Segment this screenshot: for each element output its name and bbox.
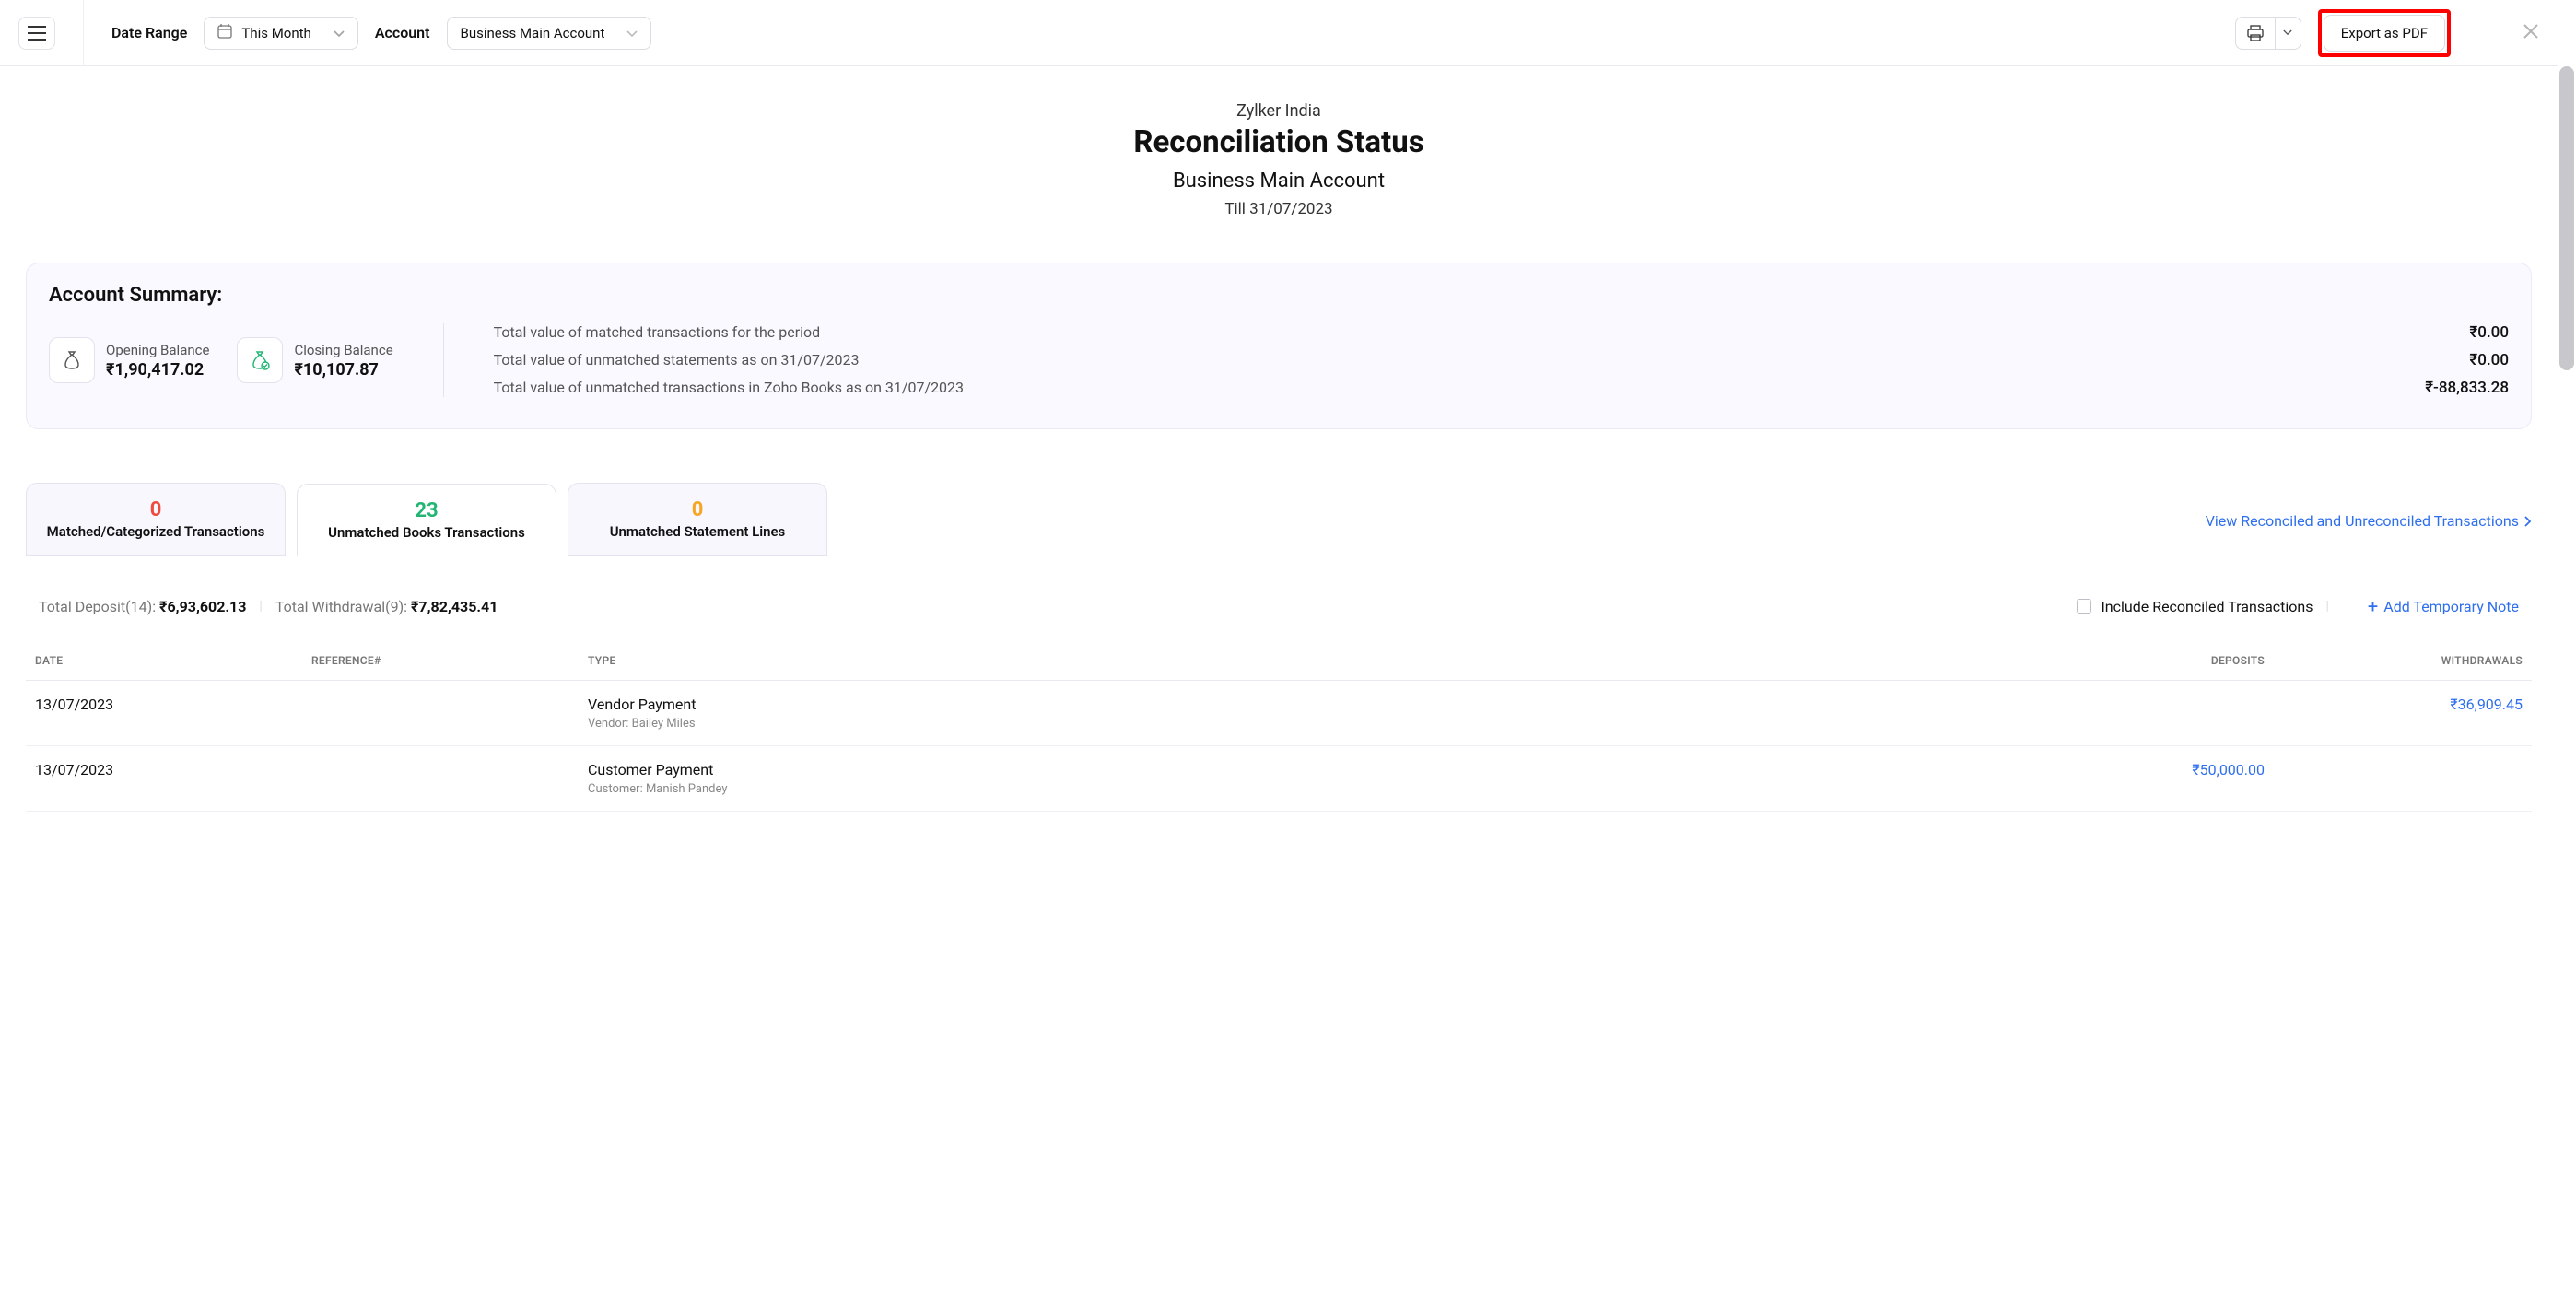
- cell-subtype: Customer: Manish Pandey: [588, 782, 2062, 796]
- date-range-label: Date Range: [111, 24, 187, 41]
- summary-heading: Account Summary:: [49, 284, 2509, 307]
- col-deposits[interactable]: DEPOSITS: [2071, 641, 2274, 681]
- plus-icon: +: [2368, 597, 2378, 615]
- opening-balance-label: Opening Balance: [106, 342, 209, 358]
- view-reconciled-label: View Reconciled and Unreconciled Transac…: [2206, 512, 2519, 530]
- cell-type: Customer PaymentCustomer: Manish Pandey: [579, 746, 2071, 812]
- summary-row: Total value of matched transactions for …: [494, 323, 2509, 342]
- col-date[interactable]: DATE: [26, 641, 302, 681]
- total-deposit: Total Deposit(14): ₹6,93,602.13: [39, 598, 246, 615]
- menu-button[interactable]: [18, 17, 55, 50]
- cell-ref: [302, 746, 579, 812]
- divider: [443, 323, 444, 397]
- include-reconciled-checkbox[interactable]: Include Reconciled Transactions: [2077, 598, 2313, 615]
- col-ref[interactable]: REFERENCE#: [302, 641, 579, 681]
- cell-withdrawal: [2274, 746, 2532, 812]
- scrollbar[interactable]: [2559, 66, 2574, 370]
- cell-deposit: [2071, 681, 2274, 746]
- cell-date: 13/07/2023: [26, 746, 302, 812]
- total-withdrawal: Total Withdrawal(9): ₹7,82,435.41: [275, 598, 498, 615]
- opening-balance-value: ₹1,90,417.02: [106, 360, 209, 380]
- account-value: Business Main Account: [461, 25, 605, 41]
- page-title: Reconciliation Status: [26, 124, 2532, 160]
- money-bag-check-icon: [237, 337, 283, 383]
- summary-row-label: Total value of unmatched transactions in…: [494, 379, 964, 397]
- closing-balance-value: ₹10,107.87: [294, 360, 392, 380]
- export-highlight: Export as PDF: [2318, 9, 2451, 57]
- checkbox-icon: [2077, 599, 2091, 614]
- add-note-label: Add Temporary Note: [2383, 598, 2519, 615]
- print-dropdown[interactable]: [2276, 17, 2301, 50]
- col-withdrawals[interactable]: WITHDRAWALS: [2274, 641, 2532, 681]
- summary-row: Total value of unmatched transactions in…: [494, 379, 2509, 397]
- divider: |: [259, 599, 262, 614]
- export-pdf-button[interactable]: Export as PDF: [2324, 15, 2445, 52]
- tab-count: 23: [415, 499, 438, 522]
- cell-type: Vendor PaymentVendor: Bailey Miles: [579, 681, 2071, 746]
- cell-subtype: Vendor: Bailey Miles: [588, 717, 2062, 731]
- divider: [83, 0, 84, 66]
- tab-label: Unmatched Statement Lines: [610, 523, 786, 540]
- transactions-table: DATE REFERENCE# TYPE DEPOSITS WITHDRAWAL…: [26, 641, 2532, 812]
- report-account: Business Main Account: [26, 170, 2532, 193]
- summary-row-amount: ₹-88,833.28: [2425, 379, 2509, 397]
- table-row[interactable]: 13/07/2023 Vendor PaymentVendor: Bailey M…: [26, 681, 2532, 746]
- chevron-down-icon: [626, 25, 638, 41]
- account-summary-card: Account Summary: Opening Balance ₹1,90,4…: [26, 263, 2532, 429]
- opening-balance: Opening Balance ₹1,90,417.02: [49, 323, 209, 397]
- cell-withdrawal[interactable]: ₹36,909.45: [2274, 681, 2532, 746]
- tab-count: 0: [150, 498, 162, 521]
- summary-row-label: Total value of matched transactions for …: [494, 323, 821, 342]
- tab-count: 0: [692, 498, 704, 521]
- export-pdf-label: Export as PDF: [2341, 25, 2428, 41]
- cell-ref: [302, 681, 579, 746]
- date-range-value: This Month: [241, 25, 310, 41]
- summary-row-amount: ₹0.00: [2469, 323, 2509, 342]
- printer-icon: [2247, 25, 2264, 41]
- chevron-right-icon: [2524, 516, 2532, 527]
- org-name: Zylker India: [26, 101, 2532, 121]
- cell-date: 13/07/2023: [26, 681, 302, 746]
- col-type[interactable]: TYPE: [579, 641, 2071, 681]
- calendar-icon: [217, 24, 232, 42]
- tab-unmatched-books-transactions[interactable]: 23 Unmatched Books Transactions: [297, 484, 556, 556]
- tab-unmatched-statement-lines[interactable]: 0 Unmatched Statement Lines: [568, 483, 827, 556]
- caret-down-icon: [334, 25, 345, 41]
- include-reconciled-label: Include Reconciled Transactions: [2101, 598, 2313, 615]
- add-temporary-note-button[interactable]: + Add Temporary Note: [2368, 597, 2519, 615]
- closing-balance: Closing Balance ₹10,107.87: [237, 323, 392, 397]
- tab-matched-categorized-transactions[interactable]: 0 Matched/Categorized Transactions: [26, 483, 286, 556]
- print-button[interactable]: [2235, 17, 2276, 50]
- money-bag-icon: [49, 337, 95, 383]
- close-icon: [2523, 23, 2539, 40]
- caret-down-icon: [2283, 29, 2292, 36]
- tab-label: Matched/Categorized Transactions: [47, 523, 265, 540]
- summary-row-amount: ₹0.00: [2469, 351, 2509, 369]
- summary-row-label: Total value of unmatched statements as o…: [494, 351, 860, 369]
- closing-balance-label: Closing Balance: [294, 342, 392, 358]
- report-till: Till 31/07/2023: [26, 200, 2532, 218]
- account-label: Account: [375, 24, 430, 41]
- date-range-select[interactable]: This Month: [204, 17, 357, 50]
- account-select[interactable]: Business Main Account: [447, 17, 652, 50]
- cell-deposit[interactable]: ₹50,000.00: [2071, 746, 2274, 812]
- table-row[interactable]: 13/07/2023 Customer PaymentCustomer: Mani…: [26, 746, 2532, 812]
- hamburger-icon: [28, 26, 46, 41]
- tab-label: Unmatched Books Transactions: [328, 524, 525, 541]
- summary-row: Total value of unmatched statements as o…: [494, 351, 2509, 369]
- divider: |: [2326, 599, 2329, 614]
- view-reconciled-link[interactable]: View Reconciled and Unreconciled Transac…: [2206, 512, 2532, 556]
- close-button[interactable]: [2523, 23, 2539, 43]
